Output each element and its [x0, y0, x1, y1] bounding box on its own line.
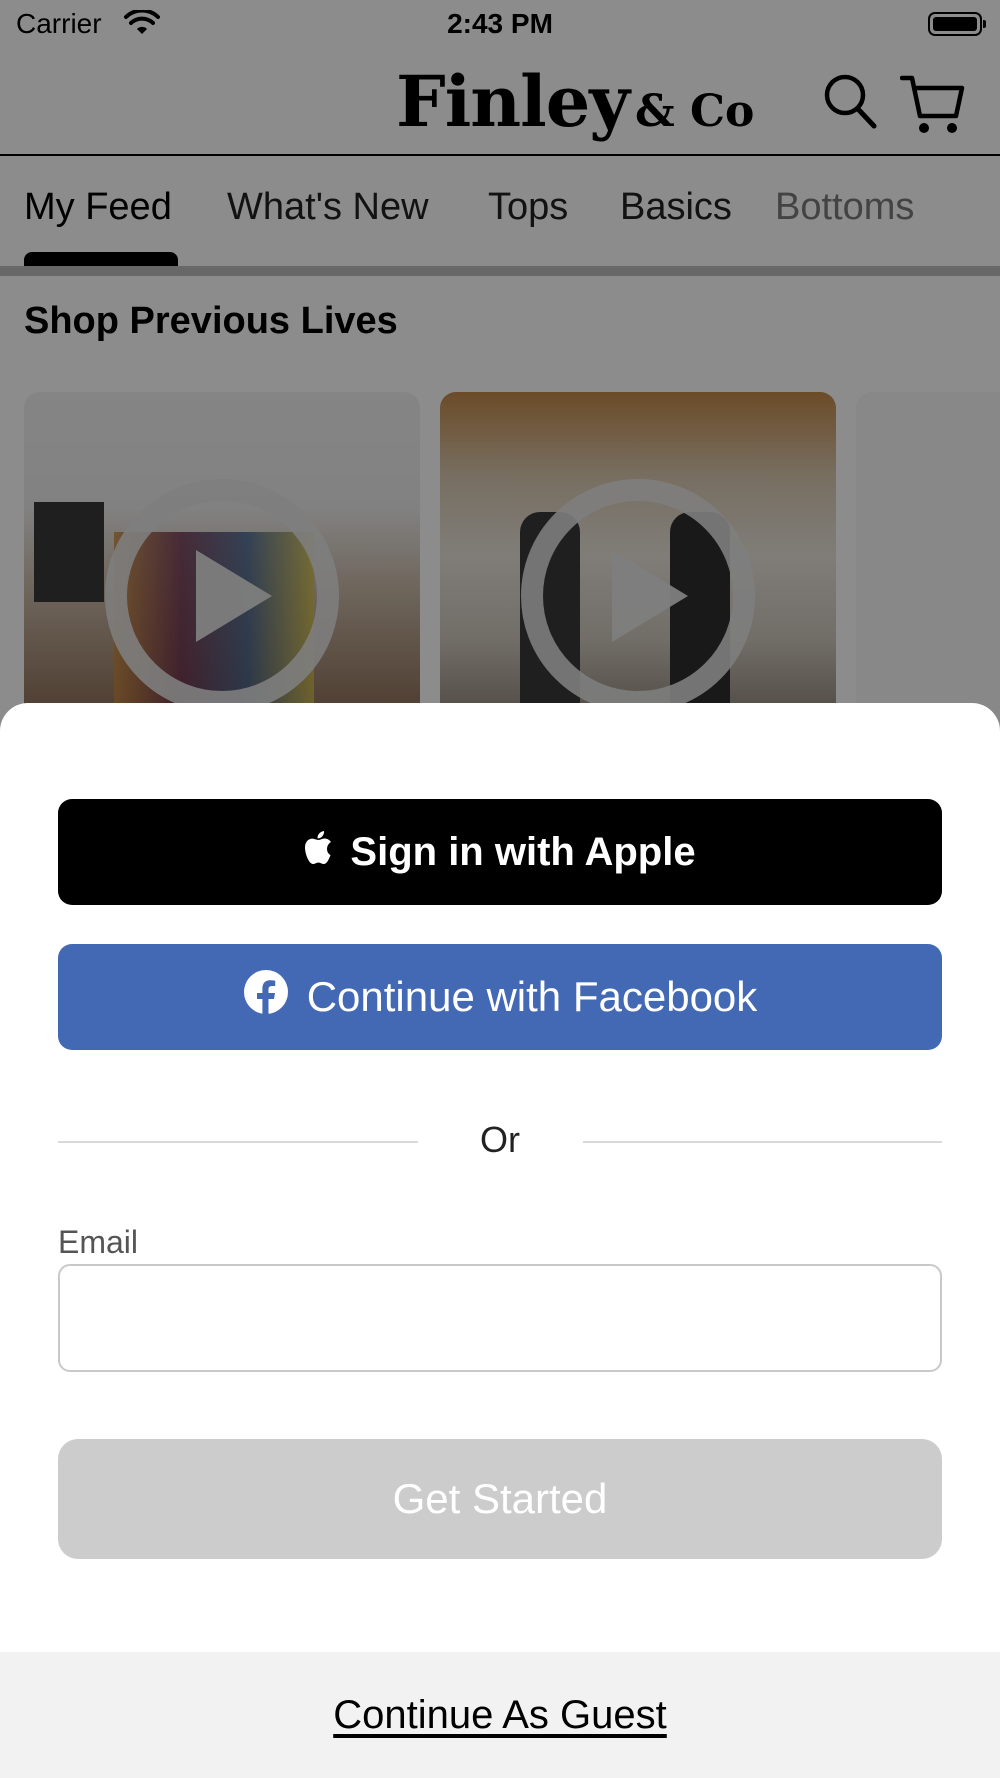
facebook-icon: [243, 969, 289, 1025]
facebook-button-label: Continue with Facebook: [306, 973, 758, 1020]
apple-button-label: Sign in with Apple: [350, 829, 696, 874]
divider-right: [583, 1141, 942, 1143]
email-input[interactable]: [58, 1264, 942, 1372]
continue-as-guest-link[interactable]: Continue As Guest: [333, 1693, 667, 1738]
apple-icon: [304, 830, 332, 875]
get-started-label: Get Started: [392, 1475, 608, 1522]
or-divider-text: Or: [480, 1119, 520, 1160]
login-sheet: Sign in with Apple Continue with Faceboo…: [0, 703, 1000, 1778]
guest-bar: Continue As Guest: [0, 1652, 1000, 1778]
sign-in-with-apple-button[interactable]: Sign in with Apple: [58, 799, 942, 905]
email-label: Email: [58, 1224, 139, 1260]
continue-with-facebook-button[interactable]: Continue with Facebook: [58, 944, 942, 1050]
get-started-button[interactable]: Get Started: [58, 1439, 942, 1559]
